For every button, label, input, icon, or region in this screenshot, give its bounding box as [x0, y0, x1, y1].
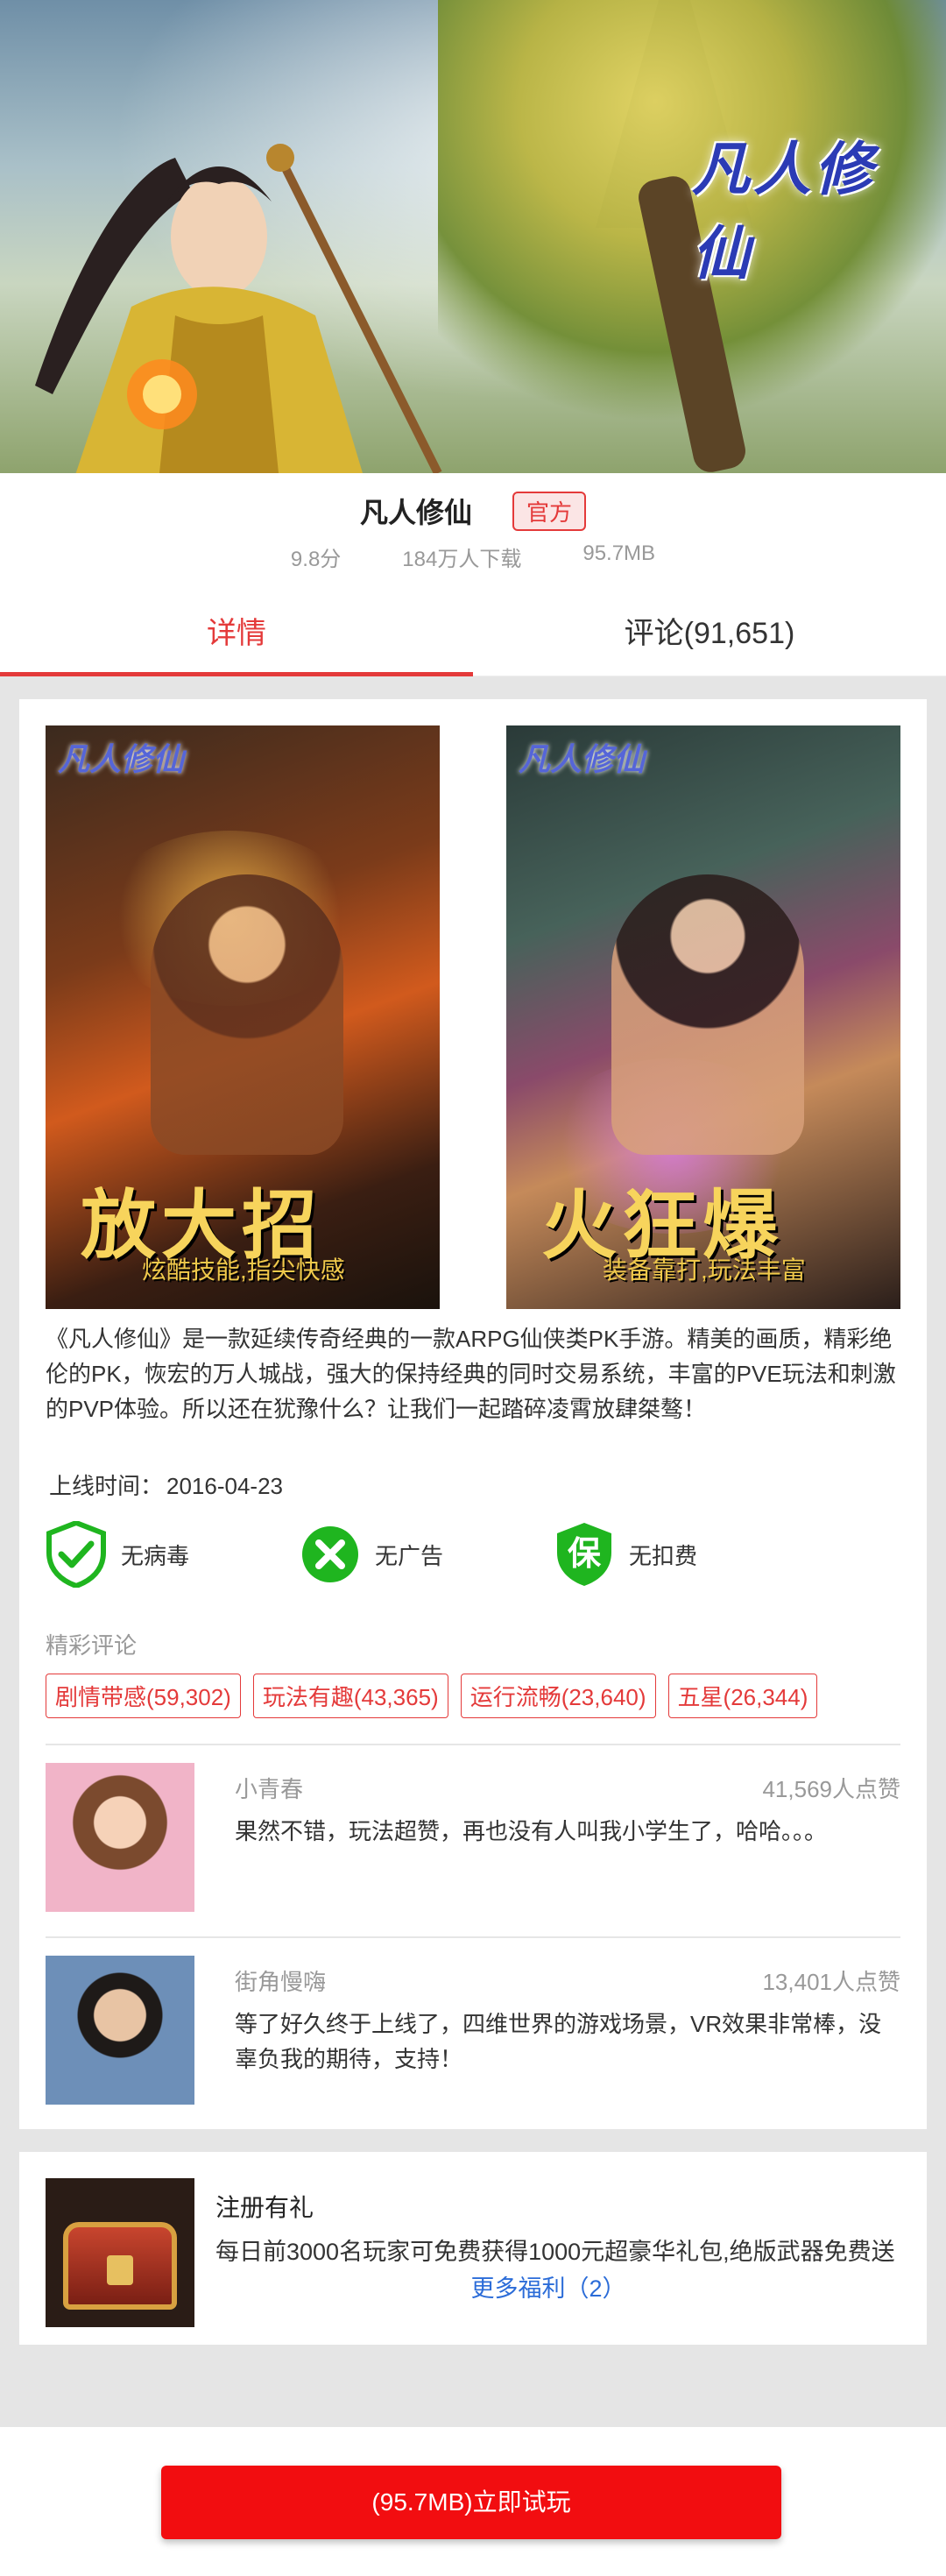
svg-text:保: 保 — [568, 1534, 602, 1573]
review-tag[interactable]: 剧情带感(59,302) — [46, 1674, 241, 1718]
reviewer-name: 街角慢嗨 — [235, 1969, 327, 1995]
review-tags: 剧情带感(59,302) 玩法有趣(43,365) 运行流畅(23,640) 五… — [46, 1674, 904, 1718]
screenshot-subtitle: 装备靠打,玩法丰富 — [603, 1256, 806, 1284]
app-info: 凡人修仙 官方 9.8分 184万人下载 95.7MB — [0, 473, 946, 587]
shield-bao-icon: 保 — [557, 1523, 611, 1586]
reviews-section-label: 精彩评论 — [46, 1632, 138, 1659]
treasure-chest-icon — [46, 2178, 194, 2327]
review-tag[interactable]: 五星(26,344) — [667, 1674, 818, 1718]
shield-check-icon — [46, 1521, 106, 1588]
x-circle-icon — [302, 1526, 358, 1582]
warrior-figure — [151, 874, 343, 1155]
screenshot-subtitle: 炫酷技能,指尖快感 — [142, 1256, 345, 1284]
gift-title: 注册有礼 — [215, 2194, 314, 2221]
hero-character-illustration — [35, 144, 442, 473]
feature-label: 无扣费 — [629, 1542, 698, 1569]
screenshot-logo: 凡人修仙 — [519, 741, 646, 778]
detail-card: 凡人修仙 放大招 炫酷技能,指尖快感 凡人修仙 火狂爆 装备靠打,玩法丰富 《凡… — [19, 699, 927, 2129]
feature-label: 无广告 — [375, 1542, 444, 1569]
review-item: 街角慢嗨 13,401人点赞 等了好久终于上线了，四维世界的游戏场景，VR效果非… — [46, 1956, 900, 2108]
meta-row: 9.8分 184万人下载 95.7MB — [0, 541, 946, 572]
title-row: 凡人修仙 官方 — [0, 491, 946, 531]
review-tag[interactable]: 运行流畅(23,640) — [460, 1674, 656, 1718]
divider — [46, 1936, 900, 1938]
more-benefits-link[interactable]: 更多福利（2） — [215, 2269, 881, 2304]
tab-comments[interactable]: 评论(91,651) — [473, 596, 946, 676]
safety-features: 无病毒 无广告 保 无扣费 — [46, 1521, 904, 1591]
feature-no-virus: 无病毒 — [46, 1521, 189, 1588]
download-count: 184万人下载 — [402, 548, 522, 571]
avatar[interactable] — [46, 1956, 194, 2105]
official-badge: 官方 — [512, 491, 587, 531]
bottom-bar: (95.7MB)立即试玩 — [0, 2427, 946, 2576]
screenshot-1[interactable]: 凡人修仙 放大招 炫酷技能,指尖快感 — [46, 725, 440, 1309]
heroine-figure — [611, 874, 804, 1155]
gift-description: 每日前3000名玩家可免费获得1000元超豪华礼包,绝版武器免费送 — [215, 2239, 895, 2265]
avatar[interactable] — [46, 1763, 194, 1912]
review-tag[interactable]: 玩法有趣(43,365) — [252, 1674, 448, 1718]
review-item: 小青春 41,569人点赞 果然不错，玩法超赞，再也没有人叫我小学生了，哈哈。。… — [46, 1763, 900, 1915]
feature-label: 无病毒 — [121, 1542, 190, 1569]
like-count[interactable]: 13,401人点赞 — [762, 1964, 900, 1997]
chest-lock — [107, 2255, 133, 2285]
screenshot-2[interactable]: 凡人修仙 火狂爆 装备靠打,玩法丰富 — [506, 725, 900, 1309]
app-name: 凡人修仙 — [359, 497, 472, 528]
like-count[interactable]: 41,569人点赞 — [762, 1772, 900, 1804]
release-date-value: 2016-04-23 — [166, 1473, 284, 1499]
screenshot-logo: 凡人修仙 — [58, 741, 185, 778]
divider — [46, 1744, 900, 1745]
reviewer-name: 小青春 — [235, 1776, 304, 1802]
feature-no-ads: 无广告 — [300, 1521, 443, 1588]
game-logo: 凡人修仙 — [692, 135, 876, 287]
play-now-button[interactable]: (95.7MB)立即试玩 — [161, 2466, 781, 2539]
tab-details[interactable]: 详情 — [0, 596, 473, 677]
rating: 9.8分 — [290, 548, 342, 571]
release-date: 上线时间： 2016-04-23 — [46, 1468, 283, 1501]
hero-banner: 凡人修仙 — [0, 0, 946, 473]
release-date-label: 上线时间： — [49, 1473, 164, 1499]
tab-bar: 详情 评论(91,651) — [0, 596, 946, 677]
gift-card: 注册有礼 每日前3000名玩家可免费获得1000元超豪华礼包,绝版武器免费送 更… — [19, 2152, 927, 2345]
review-text: 等了好久终于上线了，四维世界的游戏场景，VR效果非常棒，没辜负我的期待，支持！ — [235, 2011, 882, 2072]
feature-no-charge: 保 无扣费 — [554, 1521, 697, 1588]
review-text: 果然不错，玩法超赞，再也没有人叫我小学生了，哈哈。。。 — [235, 1818, 828, 1844]
game-description: 《凡人修仙》是一款延续传奇经典的一款ARPG仙侠类PK手游。精美的画质，精彩绝伦… — [46, 1326, 896, 1422]
file-size: 95.7MB — [582, 541, 656, 565]
